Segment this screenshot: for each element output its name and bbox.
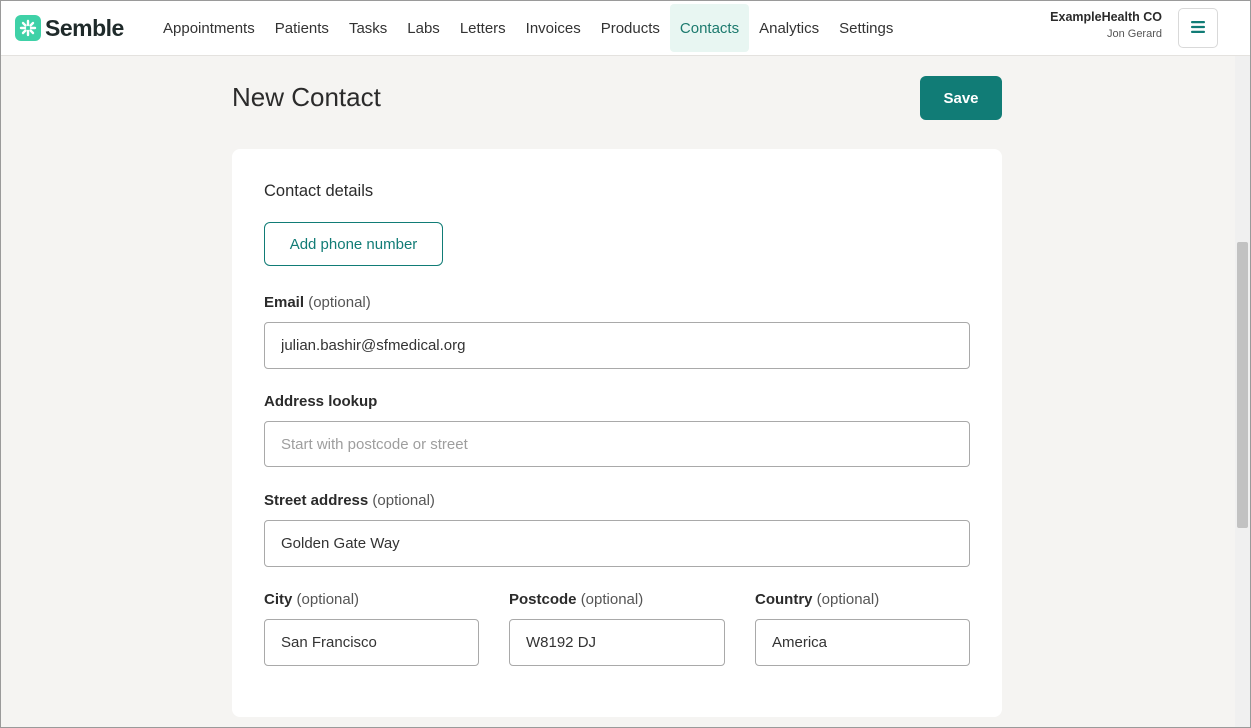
postcode-label-text: Postcode: [509, 591, 577, 608]
city-field[interactable]: [264, 619, 479, 666]
hamburger-menu-icon: [1190, 20, 1206, 37]
street-address-field[interactable]: [264, 520, 970, 567]
nav-item-contacts[interactable]: Contacts: [669, 4, 750, 52]
nav-item-letters[interactable]: Letters: [450, 4, 516, 52]
address-lookup-input[interactable]: [264, 421, 970, 467]
account-info[interactable]: ExampleHealth CO Jon Gerard: [1050, 10, 1162, 40]
nav-item-settings[interactable]: Settings: [829, 4, 903, 52]
city-label: City (optional): [264, 591, 359, 608]
brand-name: Semble: [45, 14, 124, 41]
scrollbar-thumb[interactable]: [1237, 242, 1248, 528]
email-label: Email (optional): [264, 294, 371, 311]
top-navigation-bar: Semble Appointments Patients Tasks Labs …: [1, 1, 1250, 56]
contact-details-card: Contact details Add phone number Email (…: [232, 149, 1002, 717]
city-optional-hint: (optional): [296, 591, 360, 608]
country-field[interactable]: [755, 619, 970, 666]
country-label-text: Country: [755, 591, 813, 608]
main-nav: Appointments Patients Tasks Labs Letters…: [153, 4, 903, 52]
save-button[interactable]: Save: [920, 76, 1002, 120]
nav-item-patients[interactable]: Patients: [265, 4, 339, 52]
nav-item-products[interactable]: Products: [591, 4, 670, 52]
nav-item-tasks[interactable]: Tasks: [339, 4, 397, 52]
nav-item-invoices[interactable]: Invoices: [516, 4, 591, 52]
nav-item-appointments[interactable]: Appointments: [153, 4, 265, 52]
postcode-label: Postcode (optional): [509, 591, 643, 608]
user-name: Jon Gerard: [1106, 28, 1162, 40]
email-label-text: Email: [264, 294, 305, 311]
postcode-field[interactable]: [509, 619, 725, 666]
address-lookup-label-text: Address lookup: [264, 393, 378, 410]
menu-button[interactable]: [1178, 8, 1218, 48]
semble-logo[interactable]: Semble: [15, 14, 124, 42]
nav-item-labs[interactable]: Labs: [397, 4, 450, 52]
semble-logo-icon: [15, 15, 41, 41]
page-title: New Contact: [232, 82, 381, 112]
country-optional-hint: (optional): [816, 591, 880, 608]
email-optional-hint: (optional): [308, 294, 371, 311]
org-name: ExampleHealth CO: [1050, 10, 1162, 24]
city-label-text: City: [264, 591, 293, 608]
street-optional-hint: (optional): [372, 492, 435, 509]
street-address-label: Street address (optional): [264, 492, 435, 509]
page-scrollbar[interactable]: [1235, 56, 1250, 727]
nav-item-analytics[interactable]: Analytics: [749, 4, 829, 52]
section-title: Contact details: [264, 182, 374, 200]
address-lookup-label: Address lookup: [264, 393, 377, 410]
add-phone-number-button[interactable]: Add phone number: [264, 222, 443, 266]
postcode-optional-hint: (optional): [580, 591, 644, 608]
street-address-label-text: Street address: [264, 492, 369, 509]
country-label: Country (optional): [755, 591, 879, 608]
email-field[interactable]: [264, 322, 970, 369]
